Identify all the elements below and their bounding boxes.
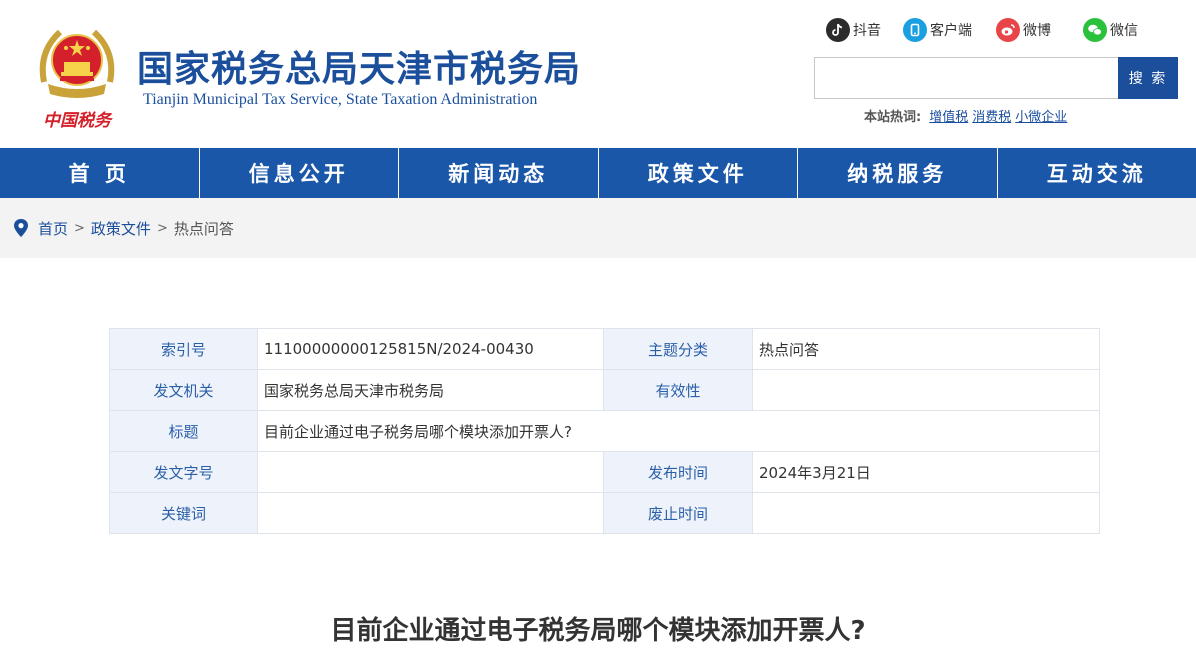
- social-link-weibo[interactable]: 微博: [996, 18, 1051, 42]
- social-label: 客户端: [930, 23, 972, 39]
- table-row: 发文机关 国家税务总局天津市税务局 有效性: [109, 369, 1100, 411]
- main-nav: 首 页 信息公开 新闻动态 政策文件 纳税服务 互动交流: [0, 148, 1196, 198]
- index-label: 索引号: [109, 328, 258, 370]
- hot-word-link[interactable]: 增值税: [929, 106, 968, 125]
- nav-item-info-disclosure[interactable]: 信息公开: [200, 148, 399, 198]
- mobile-client-icon: [903, 18, 927, 42]
- table-row: 标题 目前企业通过电子税务局哪个模块添加开票人?: [109, 410, 1100, 452]
- social-link-wechat[interactable]: 微信: [1083, 18, 1138, 42]
- nav-item-home[interactable]: 首 页: [0, 148, 200, 198]
- nav-item-policy[interactable]: 政策文件: [599, 148, 798, 198]
- douyin-icon: [826, 18, 850, 42]
- social-label: 抖音: [853, 23, 881, 39]
- location-pin-icon: [14, 219, 28, 237]
- index-value: 11100000000125815N/2024-00430: [257, 328, 604, 370]
- docno-value: [257, 451, 604, 493]
- keyword-value: [257, 492, 604, 534]
- breadcrumb-section-link[interactable]: 政策文件: [91, 218, 151, 239]
- breadcrumb-separator: >: [156, 220, 168, 236]
- breadcrumb-home-link[interactable]: 首页: [38, 218, 68, 239]
- hot-word-link[interactable]: 消费税: [972, 106, 1011, 125]
- nav-item-interaction[interactable]: 互动交流: [998, 148, 1196, 198]
- keyword-label: 关键词: [109, 492, 258, 534]
- wechat-icon: [1083, 18, 1107, 42]
- breadcrumb: 首页 > 政策文件 > 热点问答: [0, 198, 1196, 258]
- site-subtitle: Tianjin Municipal Tax Service, State Tax…: [143, 91, 538, 108]
- expire-date-label: 废止时间: [603, 492, 753, 534]
- search-input[interactable]: [814, 57, 1118, 99]
- validity-label: 有效性: [603, 369, 753, 411]
- breadcrumb-separator: >: [74, 220, 85, 236]
- expire-date-value: [752, 492, 1100, 534]
- svg-text:中国税务: 中国税务: [43, 111, 114, 131]
- hot-words: 本站热词: 增值税 消费税 小微企业: [864, 106, 1071, 125]
- validity-value: [752, 369, 1100, 411]
- topic-label: 主题分类: [603, 328, 753, 370]
- article-title: 目前企业通过电子税务局哪个模块添加开票人?: [330, 616, 866, 646]
- docno-label: 发文字号: [109, 451, 258, 493]
- table-row: 关键词 废止时间: [109, 492, 1100, 534]
- table-row: 索引号 11100000000125815N/2024-00430 主题分类 热…: [109, 328, 1100, 370]
- social-link-client[interactable]: 客户端: [903, 18, 972, 42]
- social-label: 微博: [1023, 23, 1051, 39]
- publish-date-value: 2024年3月21日: [752, 451, 1100, 493]
- topic-value: 热点问答: [752, 328, 1100, 370]
- nav-item-tax-service[interactable]: 纳税服务: [798, 148, 998, 198]
- title-label: 标题: [109, 410, 258, 452]
- hot-word-link[interactable]: 小微企业: [1015, 106, 1067, 125]
- weibo-icon: [996, 18, 1020, 42]
- title-value: 目前企业通过电子税务局哪个模块添加开票人?: [257, 410, 1100, 452]
- publish-date-label: 发布时间: [603, 451, 753, 493]
- social-link-douyin[interactable]: 抖音: [826, 18, 881, 42]
- site-title[interactable]: 国家税务总局天津市税务局: [137, 40, 581, 92]
- table-row: 发文字号 发布时间 2024年3月21日: [109, 451, 1100, 493]
- breadcrumb-current: 热点问答: [173, 219, 234, 238]
- search-button[interactable]: 搜 索: [1118, 57, 1178, 99]
- issuer-label: 发文机关: [109, 369, 258, 411]
- tax-emblem-logo[interactable]: 中国税务: [34, 22, 120, 132]
- social-label: 微信: [1110, 23, 1138, 39]
- nav-item-news[interactable]: 新闻动态: [399, 148, 599, 198]
- site-header: 中国税务 国家税务总局天津市税务局 Tianjin Municipal Tax …: [0, 0, 1196, 148]
- issuer-value: 国家税务总局天津市税务局: [257, 369, 604, 411]
- document-info-table: 索引号 11100000000125815N/2024-00430 主题分类 热…: [109, 328, 1100, 534]
- hot-words-label: 本站热词:: [864, 110, 922, 125]
